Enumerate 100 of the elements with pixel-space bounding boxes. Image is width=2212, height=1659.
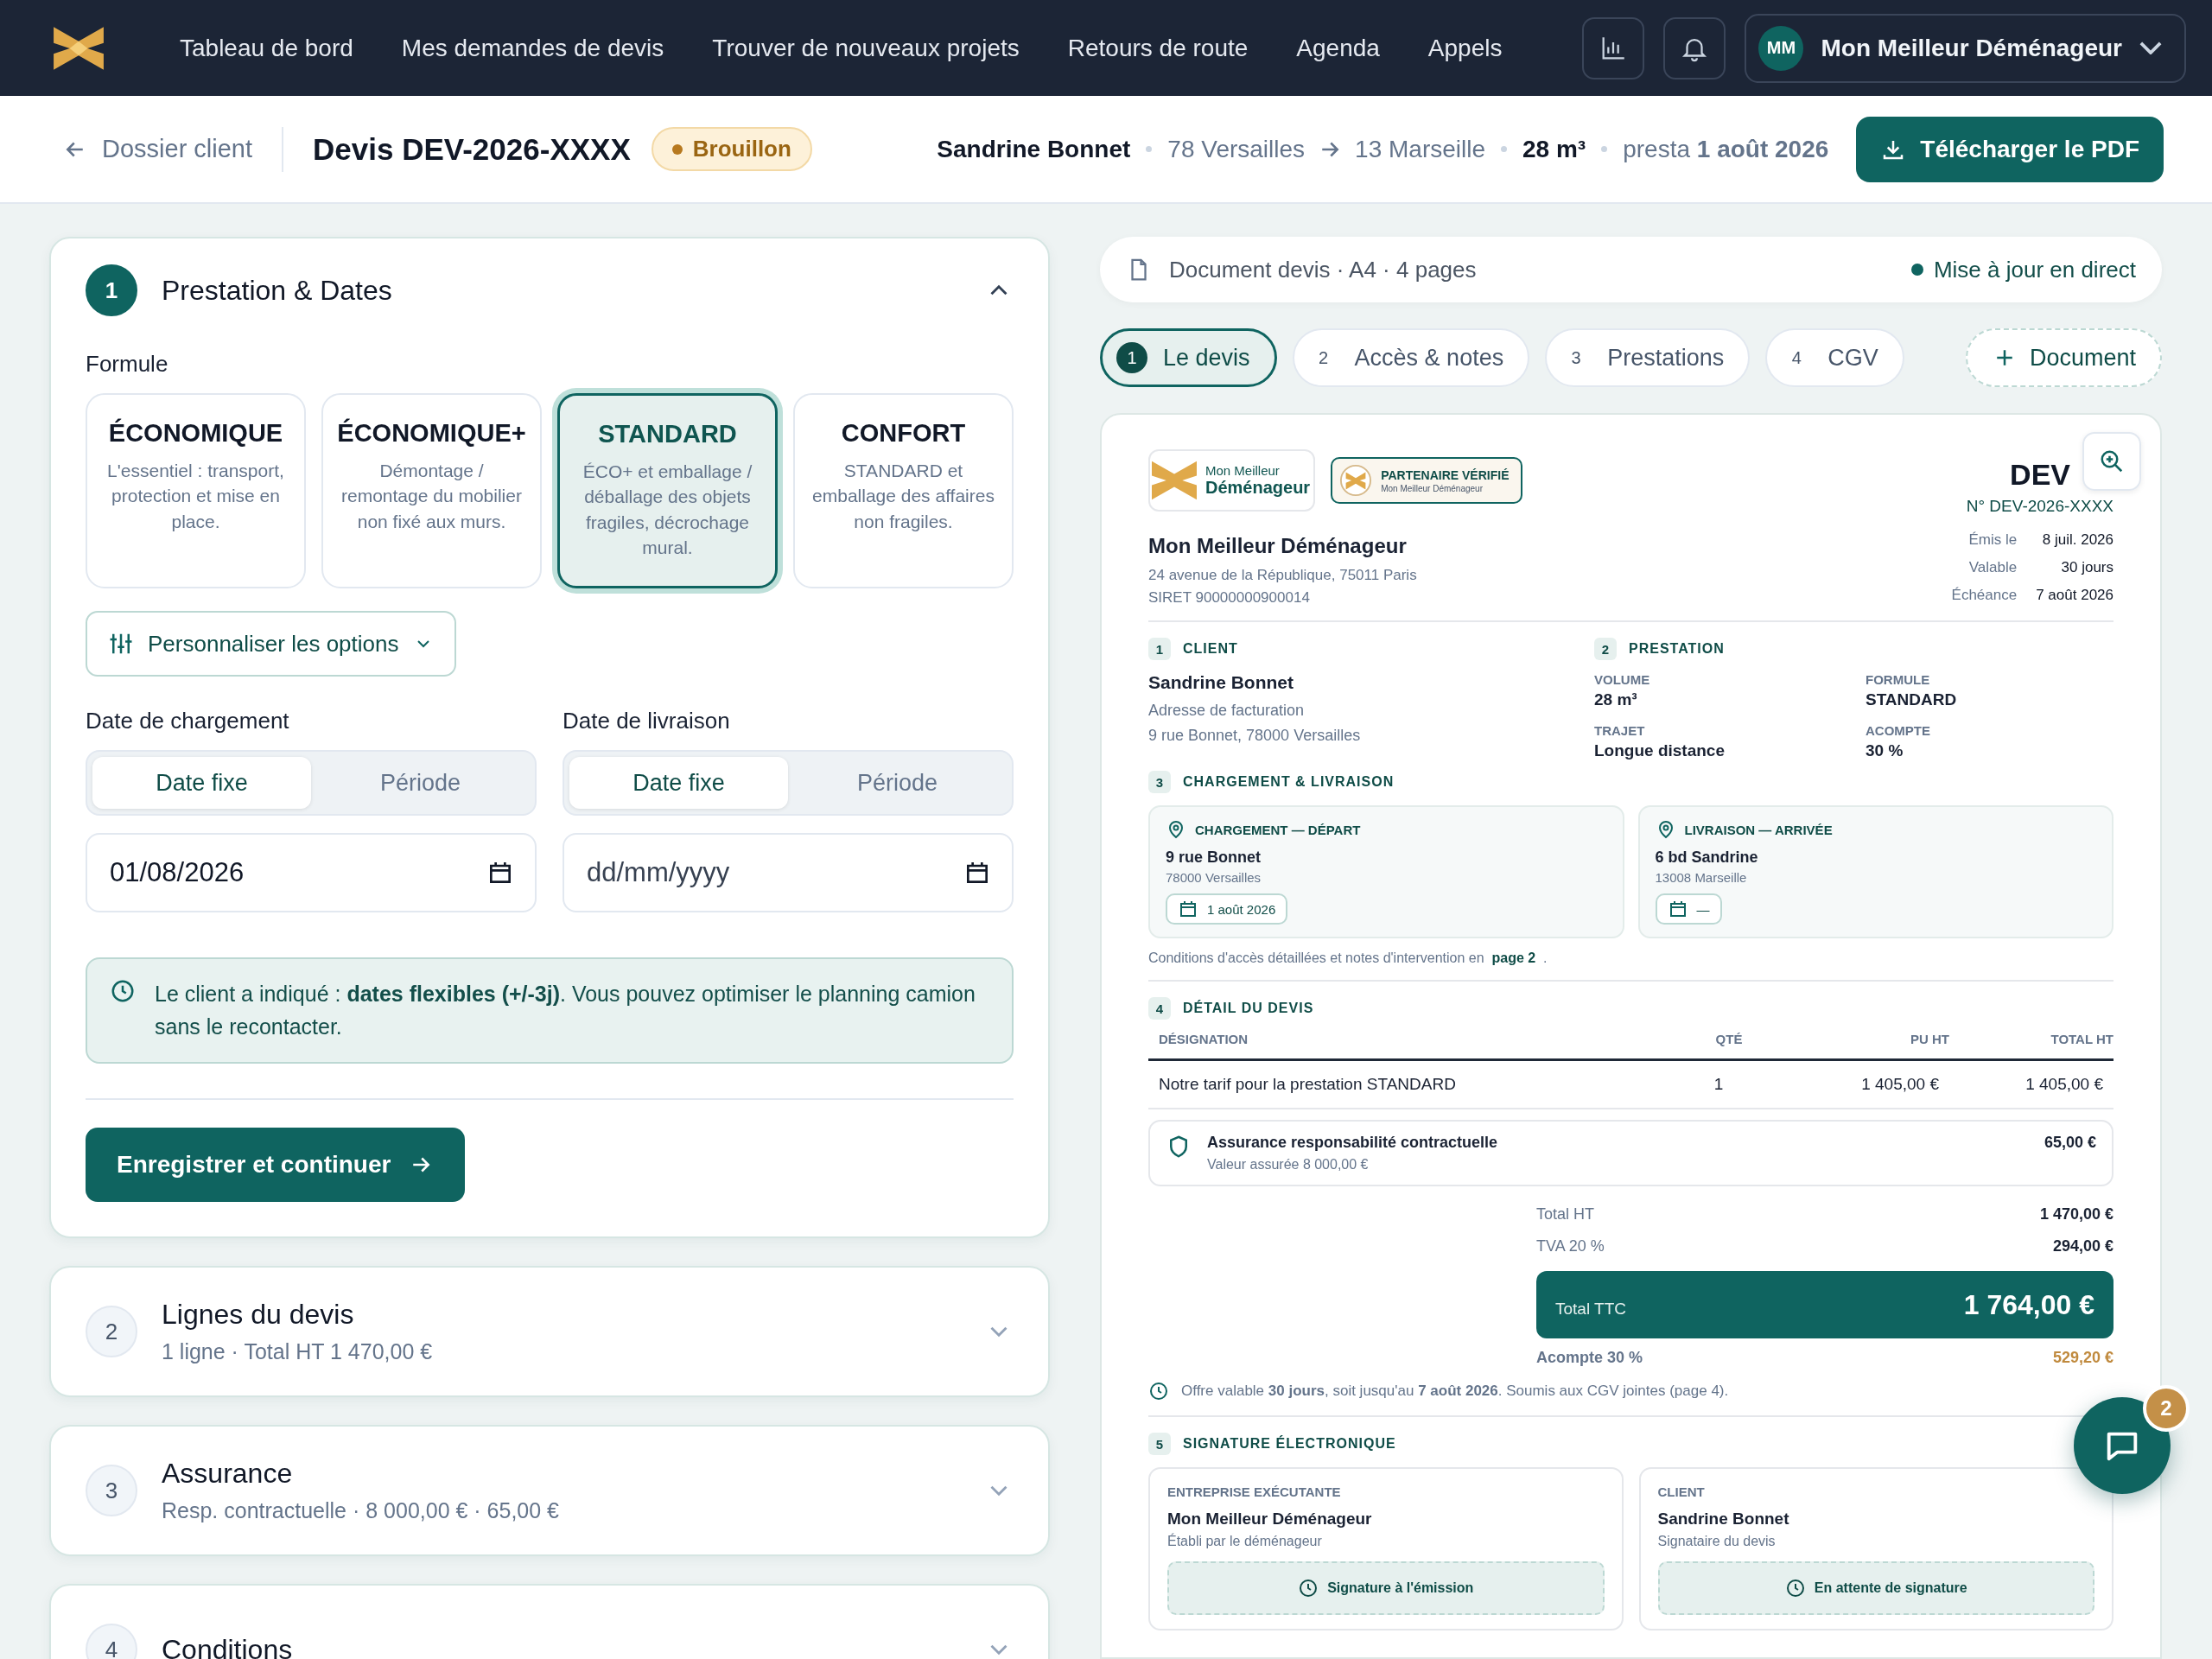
date-text: — bbox=[1696, 901, 1710, 917]
document-tab[interactable]: 2 Accès & notes bbox=[1292, 328, 1530, 387]
meta-value: 7 août 2026 bbox=[2036, 587, 2113, 604]
section-heading: SIGNATURE ÉLECTRONIQUE bbox=[1183, 1436, 1396, 1452]
date-field[interactable]: dd/mm/yyyy bbox=[563, 833, 1014, 912]
section-number: 1 bbox=[1148, 638, 1171, 660]
section-summary: 1 ligne · Total HT 1 470,00 € bbox=[162, 1339, 433, 1364]
nav-link[interactable]: Tableau de bord bbox=[180, 34, 353, 62]
section-card[interactable]: 3 Assurance Resp. contractuelle · 8 000,00 € · 65,00 € bbox=[49, 1425, 1050, 1556]
quote-title: Devis DEV-2026-XXXX bbox=[313, 131, 631, 167]
field-value: Longue distance bbox=[1594, 741, 1726, 760]
nav-link[interactable]: Appels bbox=[1427, 34, 1503, 62]
add-document-button[interactable]: Document bbox=[1965, 328, 2162, 387]
avatar: MM bbox=[1758, 25, 1804, 71]
formula-option[interactable]: ÉCONOMIQUE L'essentiel : transport, protection et mise en place. bbox=[86, 393, 306, 588]
date-field[interactable]: 01/08/2026 bbox=[86, 833, 537, 912]
table-cell-text: 1 405,00 € bbox=[1860, 1075, 1939, 1094]
section-card[interactable]: 4 Conditions bbox=[49, 1584, 1050, 1659]
total-label: TVA 20 % bbox=[1536, 1237, 1605, 1255]
partner-subtitle: Mon Meilleur Déménageur bbox=[1381, 483, 1484, 493]
document-title: DEV bbox=[2009, 458, 2070, 492]
zoom-in-icon bbox=[2099, 448, 2125, 474]
signer-description: Établi par le déménageur bbox=[1167, 1534, 1323, 1549]
access-note: Conditions d'accès détaillées et notes d'intervention en page 2 . bbox=[1148, 950, 1548, 966]
account-menu-button[interactable]: MM Mon Meilleur Déménageur bbox=[1745, 13, 2186, 83]
field-label: Formule bbox=[86, 351, 169, 378]
nav-link[interactable]: Trouver de nouveaux projets bbox=[712, 34, 1020, 62]
deposit-amount: 529,20 € bbox=[2052, 1349, 2113, 1367]
field-label: FORMULE bbox=[1866, 672, 1931, 687]
notifications-button[interactable] bbox=[1663, 16, 1726, 79]
formula-description: L'essentiel : transport, protection et mise en place. bbox=[106, 460, 285, 533]
nav-link[interactable]: Agenda bbox=[1296, 34, 1380, 62]
section-heading: PRESTATION bbox=[1629, 641, 1725, 657]
field-label: Date de chargement bbox=[86, 708, 290, 734]
section-title: Prestation & Dates bbox=[162, 274, 392, 307]
destination-text: 13 Marseille bbox=[1355, 135, 1486, 163]
document-tab[interactable]: 1 Le devis bbox=[1100, 328, 1277, 387]
table-cell-text: 1 405,00 € bbox=[2024, 1075, 2103, 1094]
date-mode-option[interactable]: Période bbox=[788, 757, 1007, 809]
street-address: 9 rue Bonnet bbox=[1166, 849, 1262, 867]
deposit-label: Acompte 30 % bbox=[1536, 1349, 1643, 1367]
status-text: Signature à l'émission bbox=[1327, 1580, 1474, 1596]
field-label: ACOMPTE bbox=[1866, 723, 1931, 738]
section-heading: CHARGEMENT & LIVRAISON bbox=[1183, 774, 1395, 790]
download-pdf-button[interactable]: Télécharger le PDF bbox=[1856, 116, 2164, 182]
clock-icon bbox=[1148, 1381, 1169, 1402]
formula-option[interactable]: CONFORT STANDARD et emballage des affaires non fragiles. bbox=[793, 393, 1014, 588]
signer-name: Sandrine Bonnet bbox=[1657, 1510, 1790, 1529]
company-name: Mon Meilleur Déménageur bbox=[1148, 534, 1408, 558]
field-label: Date de livraison bbox=[563, 708, 731, 734]
insurance-value: Valeur assurée 8 000,00 € bbox=[1207, 1157, 1370, 1173]
customize-options-button[interactable]: Personnaliser les options bbox=[86, 611, 456, 677]
table-cell-text: Notre tarif pour la prestation STANDARD bbox=[1159, 1075, 1457, 1094]
formula-name: ÉCONOMIQUE+ bbox=[336, 419, 527, 448]
validity-note: Offre valable 30 jours, soit jusqu'au 7 août 2026. Soumis aux CGV jointes (page 4). bbox=[1181, 1382, 1729, 1400]
billing-label: Adresse de facturation bbox=[1148, 702, 1306, 720]
clock-icon bbox=[110, 978, 136, 1004]
section-number: 2 bbox=[1594, 638, 1617, 660]
field-label: VOLUME bbox=[1594, 672, 1651, 687]
company-siret: SIRET 90000000900014 bbox=[1148, 589, 1311, 607]
document-tab[interactable]: 4 CGV bbox=[1765, 328, 1904, 387]
total-value: 1 470,00 € bbox=[2039, 1205, 2113, 1224]
date-mode-option[interactable]: Date fixe bbox=[569, 757, 788, 809]
meta-label: Émis le bbox=[1967, 531, 2018, 549]
field-value: STANDARD bbox=[1866, 690, 1958, 709]
separator-dot bbox=[1501, 146, 1508, 152]
signer-role: CLIENT bbox=[1657, 1484, 1706, 1499]
date-mode-option[interactable]: Période bbox=[311, 757, 530, 809]
formula-option[interactable]: ÉCONOMIQUE+ Démontage / remontage du mobilier non fixé aux murs. bbox=[321, 393, 542, 588]
origin-text: 78 Versailles bbox=[1167, 135, 1306, 163]
formula-name: ÉCONOMIQUE bbox=[107, 419, 284, 448]
save-continue-button[interactable]: Enregistrer et continuer bbox=[86, 1128, 466, 1202]
statistics-button[interactable] bbox=[1582, 16, 1645, 79]
section-number: 4 bbox=[1148, 997, 1171, 1020]
back-link[interactable]: Dossier client bbox=[62, 135, 253, 163]
billing-address: 9 rue Bonnet, 78000 Versailles bbox=[1148, 727, 1362, 745]
nav-link[interactable]: Retours de route bbox=[1067, 34, 1249, 62]
section-number: 5 bbox=[1148, 1433, 1171, 1455]
service-date: presta 1 août 2026 bbox=[1623, 135, 1829, 163]
clock-icon bbox=[1784, 1578, 1806, 1599]
section-heading: DÉTAIL DU DEVIS bbox=[1183, 1001, 1314, 1016]
chevron-down-icon bbox=[2139, 41, 2162, 54]
section-heading: CLIENT bbox=[1183, 641, 1238, 657]
document-tab[interactable]: 3 Prestations bbox=[1545, 328, 1751, 387]
date-mode-option[interactable]: Date fixe bbox=[92, 757, 311, 809]
column-header: DÉSIGNATION bbox=[1159, 1032, 1249, 1046]
signer-name: Mon Meilleur Déménageur bbox=[1167, 1510, 1373, 1529]
page-link[interactable]: page 2 bbox=[1491, 950, 1536, 965]
formula-description: ÉCO+ et emballage / déballage des objets fragiles, décrochage mural. bbox=[582, 461, 753, 560]
zoom-in-button[interactable] bbox=[2082, 432, 2141, 491]
nav-link[interactable]: Mes demandes de devis bbox=[401, 34, 664, 62]
meta-label: Échéance bbox=[1951, 587, 2018, 604]
status-badge: Brouillon bbox=[651, 127, 812, 171]
live-update-status: Mise à jour en direct bbox=[1910, 256, 2136, 283]
partner-title: PARTENAIRE VÉRIFIÉ bbox=[1381, 467, 1510, 482]
signer-role: ENTREPRISE EXÉCUTANTE bbox=[1167, 1484, 1342, 1499]
table-cell-text: 1 bbox=[1713, 1075, 1725, 1094]
meta-value: 8 juil. 2026 bbox=[2041, 531, 2113, 549]
section-card[interactable]: 2 Lignes du devis 1 ligne · Total HT 1 470,00 € bbox=[49, 1266, 1050, 1397]
section-title: Lignes du devis bbox=[162, 1299, 355, 1331]
